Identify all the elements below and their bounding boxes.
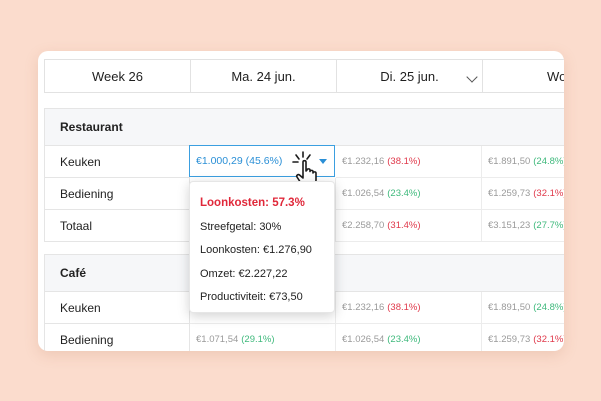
cost-details-popup: Loonkosten: 57.3% Streefgetal: 30% Loonk… bbox=[189, 181, 335, 313]
cost-percentage: (38.1%) bbox=[387, 302, 421, 313]
cost-value: €1.891,50 bbox=[488, 156, 531, 167]
cost-cell[interactable]: €1.026,54 (23.4%) bbox=[336, 324, 482, 351]
cost-value: €1.232,16 bbox=[342, 302, 385, 313]
cost-cell[interactable]: €1.071,54 (29.1%) bbox=[190, 324, 336, 351]
cost-percentage: (27.7%) bbox=[533, 220, 564, 231]
cost-value: €1.232,16 bbox=[342, 156, 385, 167]
cost-value: €3.151,23 bbox=[488, 220, 531, 231]
popup-title: Loonkosten: 57.3% bbox=[200, 197, 305, 209]
cost-value: €1.891,50 bbox=[488, 302, 531, 313]
popup-line-labor-cost: Loonkosten: €1.276,90 bbox=[200, 244, 312, 256]
cost-value: €1.259,73 bbox=[488, 188, 531, 199]
cost-cell[interactable]: €1.259,73 (32.1%) bbox=[482, 178, 564, 210]
cost-percentage: (23.4%) bbox=[387, 188, 421, 199]
row-label: Bediening bbox=[44, 178, 190, 210]
cost-cell[interactable]: €1.232,16 (38.1%) bbox=[336, 146, 482, 178]
cost-percentage: (32.1%) bbox=[533, 334, 564, 345]
cost-percentage: (31.4%) bbox=[387, 220, 421, 231]
cost-cell[interactable]: €1.891,50 (24.8%) bbox=[482, 146, 564, 178]
cost-cell[interactable]: €1.232,16 (38.1%) bbox=[336, 292, 482, 324]
cost-value: €1.071,54 bbox=[196, 334, 239, 345]
popup-line-productivity: Productiviteit: €73,50 bbox=[200, 291, 303, 303]
column-header-week[interactable]: Week 26 bbox=[44, 59, 190, 93]
cost-cell[interactable]: €3.151,23 (27.7%) bbox=[482, 210, 564, 242]
column-header-tuesday-label: Di. 25 jun. bbox=[380, 68, 439, 84]
chevron-down-icon[interactable] bbox=[466, 71, 478, 83]
selected-cost-value: €1.000,29 (45.6%) bbox=[196, 155, 283, 167]
cost-percentage: (24.8%) bbox=[533, 302, 564, 313]
row-label: Keuken bbox=[44, 292, 190, 324]
cost-percentage: (24.8%) bbox=[533, 156, 564, 167]
row-label: Keuken bbox=[44, 146, 190, 178]
cost-percentage: (38.1%) bbox=[387, 156, 421, 167]
column-header-monday[interactable]: Ma. 24 jun. bbox=[190, 59, 336, 93]
cost-value: €1.259,73 bbox=[488, 334, 531, 345]
cost-value: €1.026,54 bbox=[342, 188, 385, 199]
cost-percentage: (32.1%) bbox=[533, 188, 564, 199]
cost-cell[interactable]: €1.026,54 (23.4%) bbox=[336, 178, 482, 210]
popup-line-target: Streefgetal: 30% bbox=[200, 220, 282, 233]
section-header-restaurant: Restaurant bbox=[44, 108, 564, 146]
column-header-wednesday[interactable]: Wo. 26 bbox=[482, 59, 564, 93]
popup-line-revenue: Omzet: €2.227,22 bbox=[200, 267, 288, 280]
cost-cell[interactable]: €1.891,50 (24.8%) bbox=[482, 292, 564, 324]
table-row: Bediening €1.071,54 (29.1%) €1.026,54 (2… bbox=[44, 324, 564, 351]
cost-percentage: (29.1%) bbox=[241, 334, 275, 345]
column-header-tuesday[interactable]: Di. 25 jun. bbox=[336, 59, 482, 93]
cost-value: €1.026,54 bbox=[342, 334, 385, 345]
cost-cell[interactable]: €1.259,73 (32.1%) bbox=[482, 324, 564, 351]
cost-value: €2.258,70 bbox=[342, 220, 385, 231]
cost-percentage: (23.4%) bbox=[387, 334, 421, 345]
row-label: Bediening bbox=[44, 324, 190, 351]
row-label: Totaal bbox=[44, 210, 190, 242]
cost-cell[interactable]: €2.258,70 (31.4%) bbox=[336, 210, 482, 242]
